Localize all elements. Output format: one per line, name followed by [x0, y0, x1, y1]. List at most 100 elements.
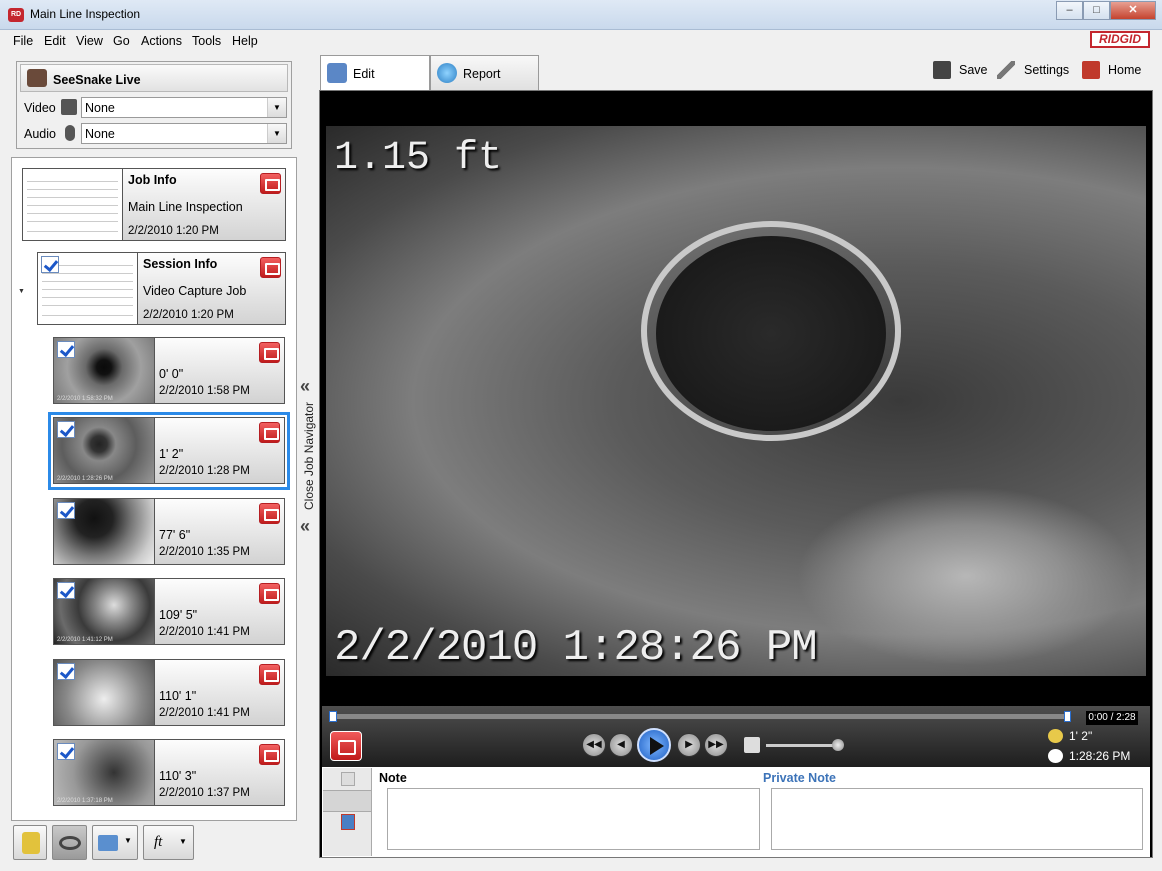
timestamp-overlay: 2/2/2010 1:28:26 PM — [334, 623, 818, 673]
media-date: 2/2/2010 1:41 PM — [159, 626, 250, 638]
video-source-select[interactable]: None ▼ — [81, 97, 287, 118]
media-item[interactable]: 2/2/2010 1:37:18 PM 110' 3" 2/2/2010 1:3… — [53, 739, 285, 806]
media-item[interactable]: 2/2/2010 1:41:12 PM 109' 5" 2/2/2010 1:4… — [53, 578, 285, 645]
menu-go[interactable]: Go — [113, 34, 130, 48]
media-date: 2/2/2010 1:37 PM — [159, 787, 250, 799]
microphone-icon — [65, 125, 75, 141]
media-item-selected[interactable]: 2/2/2010 1:28:26 PM 1' 2" 2/2/2010 1:28 … — [53, 417, 285, 484]
report-globe-icon — [437, 63, 457, 83]
audio-source-select[interactable]: None ▼ — [81, 123, 287, 144]
job-info-date: 2/2/2010 1:20 PM — [128, 225, 219, 237]
tab-edit-label: Edit — [353, 67, 375, 81]
session-info-card[interactable]: Session Info Video Capture Job 2/2/2010 … — [37, 252, 286, 325]
collapse-navigator-icon[interactable]: « — [300, 516, 310, 537]
collapse-navigator-icon[interactable]: « — [300, 376, 310, 397]
minimize-button[interactable]: – — [1056, 1, 1083, 20]
audio-source-value: None — [85, 127, 115, 141]
camera-icon[interactable] — [259, 744, 280, 765]
volume-slider[interactable] — [766, 744, 838, 747]
seek-end-handle[interactable] — [1064, 711, 1071, 722]
chevron-down-icon[interactable]: ▼ — [267, 124, 286, 143]
chevron-down-icon[interactable]: ▼ — [267, 98, 286, 117]
measure-tool-button[interactable] — [13, 825, 47, 860]
step-forward-icon[interactable]: ▶ — [677, 733, 701, 757]
menu-view[interactable]: View — [76, 34, 103, 48]
private-note-label: Private Note — [763, 771, 836, 785]
title-bar: RD Main Line Inspection – □ ✕ — [0, 0, 1162, 30]
media-distance: 109' 5" — [159, 608, 198, 622]
video-clip-icon[interactable] — [259, 664, 280, 685]
save-icon[interactable] — [933, 61, 951, 79]
checkbox-checked-icon[interactable] — [41, 256, 59, 273]
menu-help[interactable]: Help — [232, 34, 258, 48]
seek-bar[interactable] — [333, 714, 1069, 719]
camera-icon[interactable] — [259, 583, 280, 604]
folder-icon[interactable] — [260, 257, 281, 278]
folder-icon[interactable] — [260, 173, 281, 194]
video-clip-icon[interactable] — [259, 422, 280, 443]
snapshot-camera-icon[interactable] — [330, 731, 362, 761]
speaker-icon[interactable] — [744, 737, 760, 753]
menu-edit[interactable]: Edit — [44, 34, 66, 48]
thumbnail-timestamp: 2/2/2010 1:41:12 PM — [57, 637, 113, 643]
close-button[interactable]: ✕ — [1110, 1, 1156, 20]
seek-start-handle[interactable] — [329, 711, 337, 722]
note-textarea[interactable] — [387, 788, 760, 850]
pipe-debris — [796, 486, 1136, 666]
window-title: Main Line Inspection — [30, 7, 141, 21]
checkbox-checked-icon[interactable] — [57, 582, 75, 599]
checkbox-checked-icon[interactable] — [57, 341, 75, 358]
notes-sidebar — [323, 768, 372, 856]
video-clip-icon[interactable] — [259, 342, 280, 363]
step-back-icon[interactable]: ◀ — [609, 733, 633, 757]
link-tab[interactable] — [323, 790, 371, 812]
save-button[interactable]: Save — [959, 63, 988, 77]
volume-knob[interactable] — [832, 739, 844, 751]
home-icon[interactable] — [1082, 61, 1100, 79]
checkbox-checked-icon[interactable] — [57, 502, 75, 519]
media-distance: 110' 3" — [159, 769, 197, 783]
wrench-icon[interactable] — [997, 61, 1015, 79]
tab-report[interactable]: Report — [430, 55, 539, 91]
rewind-icon[interactable]: ◀◀ — [582, 733, 606, 757]
media-thumbnail: 2/2/2010 1:37:18 PM — [54, 740, 155, 805]
media-date: 2/2/2010 1:58 PM — [159, 385, 250, 397]
media-item[interactable]: 77' 6" 2/2/2010 1:35 PM — [53, 498, 285, 565]
units-dropdown[interactable]: ft ▼ — [143, 825, 194, 860]
maximize-button[interactable]: □ — [1083, 1, 1110, 20]
video-clip-icon[interactable] — [259, 503, 280, 524]
layout-dropdown-button[interactable]: ▼ — [92, 825, 138, 860]
close-job-navigator[interactable]: Close Job Navigator — [302, 400, 316, 510]
session-info-name: Video Capture Job — [143, 284, 247, 298]
menu-file[interactable]: File — [13, 34, 33, 48]
pencil-icon[interactable] — [341, 772, 355, 786]
menu-actions[interactable]: Actions — [141, 34, 182, 48]
ridgid-logo: RIDGID — [1090, 31, 1150, 48]
settings-button[interactable]: Settings — [1024, 63, 1069, 77]
view-toggle-button[interactable] — [52, 825, 87, 860]
media-item[interactable]: 110' 1" 2/2/2010 1:41 PM — [53, 659, 285, 726]
job-info-name: Main Line Inspection — [128, 200, 243, 214]
player-distance: 1' 2" — [1069, 729, 1093, 743]
collapse-arrow-icon[interactable]: ▼ — [18, 288, 25, 295]
video-frame[interactable] — [326, 126, 1146, 676]
pipe-joint-ring — [641, 221, 901, 441]
menu-tools[interactable]: Tools — [192, 34, 221, 48]
tab-edit[interactable]: Edit — [320, 55, 430, 91]
media-thumbnail: 2/2/2010 1:41:12 PM — [54, 579, 155, 644]
checkbox-checked-icon[interactable] — [57, 743, 75, 760]
tag-icon[interactable] — [341, 814, 355, 830]
checkbox-checked-icon[interactable] — [57, 421, 75, 438]
media-date: 2/2/2010 1:41 PM — [159, 707, 250, 719]
play-icon[interactable] — [637, 728, 671, 762]
note-label: Note — [379, 771, 407, 785]
tab-report-label: Report — [463, 67, 501, 81]
checkbox-checked-icon[interactable] — [57, 663, 75, 680]
fast-forward-icon[interactable]: ▶▶ — [704, 733, 728, 757]
home-button[interactable]: Home — [1108, 63, 1141, 77]
job-info-card[interactable]: Job Info Main Line Inspection 2/2/2010 1… — [22, 168, 286, 241]
audio-label: Audio — [24, 127, 56, 141]
private-note-textarea[interactable] — [771, 788, 1143, 850]
seesnake-live-header[interactable]: SeeSnake Live — [20, 64, 288, 92]
media-item[interactable]: 2/2/2010 1:58:32 PM 0' 0" 2/2/2010 1:58 … — [53, 337, 285, 404]
